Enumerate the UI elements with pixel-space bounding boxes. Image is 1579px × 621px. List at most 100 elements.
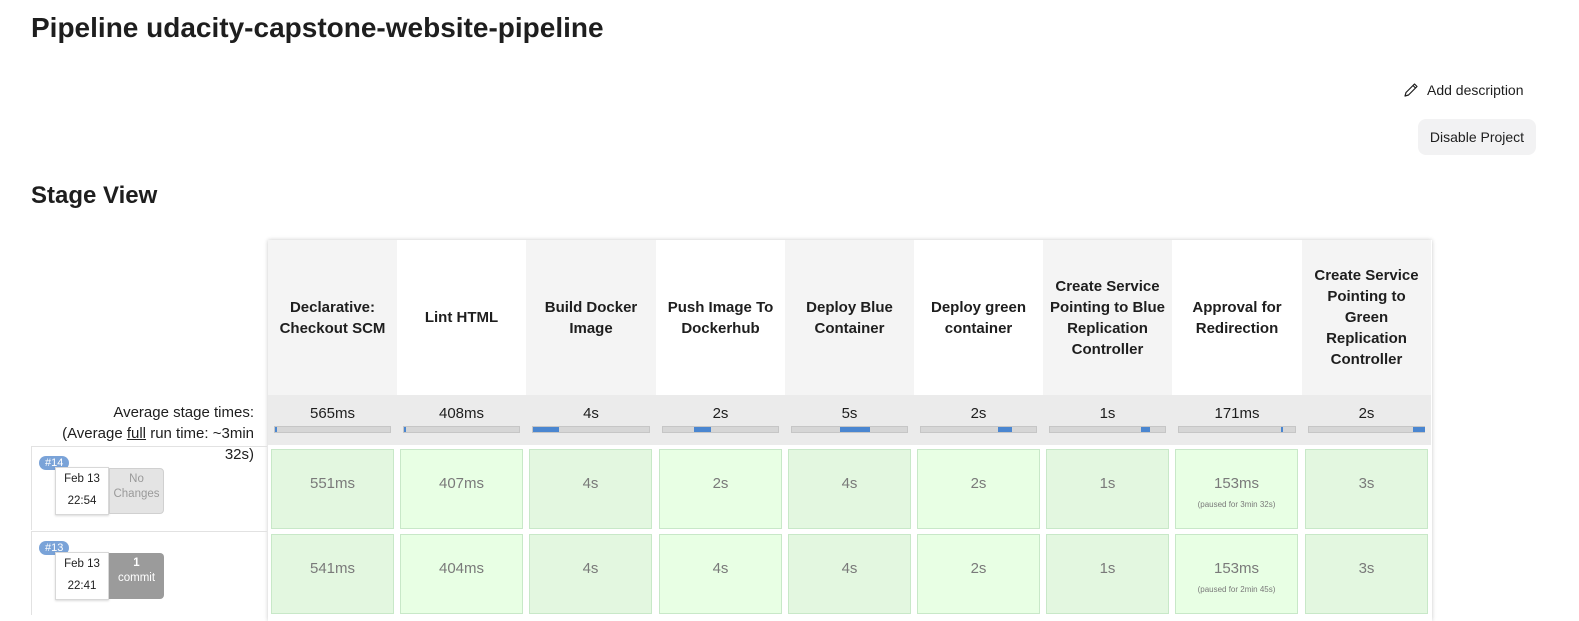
average-time-bar-fill: [694, 427, 711, 432]
stage-cell[interactable]: 4s: [659, 534, 782, 614]
add-description-label: Add description: [1427, 82, 1524, 98]
stage-duration: 1s: [1099, 475, 1116, 492]
stage-duration: 4s: [841, 560, 858, 577]
stage-duration: 3s: [1358, 475, 1375, 492]
avg-full-prefix: (Average: [62, 425, 127, 442]
average-time-bar: [403, 426, 520, 433]
average-time-value: 565ms: [309, 405, 356, 422]
stage-duration: 4s: [582, 560, 599, 577]
average-time-value: 2s: [970, 405, 987, 422]
paused-note: (paused for 2min 45s): [1197, 585, 1276, 594]
stage-duration: 541ms: [309, 560, 356, 577]
changes-line: 1: [133, 557, 140, 569]
stage-duration: 4s: [841, 475, 858, 492]
average-time-bar: [791, 426, 908, 433]
stage-header: Push Image To Dockerhub: [656, 240, 785, 395]
stage-cell[interactable]: 4s: [529, 534, 652, 614]
average-time-bar-fill: [533, 427, 559, 432]
stage-cell[interactable]: 551ms: [271, 449, 394, 529]
stage-duration: 153ms: [1213, 560, 1260, 577]
changes-line: No: [129, 473, 144, 485]
average-time-bar: [1049, 426, 1166, 433]
build-row: #13 Feb 13 22:41 1 commit: [31, 531, 267, 615]
stage-duration: 404ms: [438, 560, 485, 577]
stage-cell[interactable]: 1s: [1046, 449, 1169, 529]
commit-count-button[interactable]: 1 commit: [109, 553, 164, 599]
stage-average-time: 2s: [1302, 395, 1431, 445]
stage-header: Deploy green container: [914, 240, 1043, 395]
stage-cell[interactable]: 3s: [1305, 534, 1428, 614]
stage-cell[interactable]: 153ms (paused for 2min 45s): [1175, 534, 1298, 614]
average-time-bar: [1308, 426, 1425, 433]
build-date: Feb 13 22:54: [55, 467, 109, 515]
stage-header: Create Service Pointing to Blue Replicat…: [1043, 240, 1172, 395]
changes-line: commit: [117, 572, 156, 584]
stage-average-time: 408ms: [397, 395, 526, 445]
page-title: Pipeline udacity-capstone-website-pipeli…: [31, 12, 604, 43]
stage-cell[interactable]: 153ms (paused for 3min 32s): [1175, 449, 1298, 529]
stage-cell[interactable]: 4s: [529, 449, 652, 529]
stage-cell[interactable]: 1s: [1046, 534, 1169, 614]
average-time-value: 171ms: [1214, 405, 1260, 422]
build-date-day: Feb 13: [64, 558, 100, 570]
stage-header: Create Service Pointing to Green Replica…: [1302, 240, 1431, 395]
stage-cell[interactable]: 404ms: [400, 534, 523, 614]
stage-average-time: 565ms: [268, 395, 397, 445]
average-time-bar: [920, 426, 1037, 433]
average-time-bar: [662, 426, 779, 433]
stage-header: Lint HTML: [397, 240, 526, 395]
stage-duration: 3s: [1358, 560, 1375, 577]
average-time-bar-fill: [275, 427, 277, 432]
stage-cell[interactable]: 3s: [1305, 449, 1428, 529]
build-date-time: 22:41: [67, 580, 97, 592]
average-time-bar-fill: [1281, 427, 1283, 432]
average-time-bar-fill: [404, 427, 406, 432]
stage-cell[interactable]: 4s: [788, 449, 911, 529]
stage-cell[interactable]: 2s: [917, 449, 1040, 529]
average-time-bar: [274, 426, 391, 433]
average-time-bar-fill: [1413, 427, 1425, 432]
stage-duration: 4s: [582, 475, 599, 492]
stage-cell[interactable]: 4s: [788, 534, 911, 614]
average-time-value: 2s: [1358, 405, 1375, 422]
stage-average-time: 4s: [526, 395, 656, 445]
average-time-bar-fill: [840, 427, 870, 432]
stage-header: Declarative: Checkout SCM: [268, 240, 397, 395]
build-date-day: Feb 13: [64, 473, 100, 485]
stage-average-time: 171ms: [1172, 395, 1302, 445]
stage-header: Deploy Blue Container: [785, 240, 914, 395]
average-time-value: 2s: [712, 405, 729, 422]
stage-cell[interactable]: 2s: [917, 534, 1040, 614]
stage-duration: 4s: [712, 560, 729, 577]
average-time-value: 1s: [1099, 405, 1116, 422]
stage-duration: 551ms: [309, 475, 356, 492]
average-time-bar: [1178, 426, 1296, 433]
stage-cell[interactable]: 2s: [659, 449, 782, 529]
stage-duration: 153ms: [1213, 475, 1260, 492]
stage-cell[interactable]: 407ms: [400, 449, 523, 529]
average-time-value: 5s: [841, 405, 858, 422]
stage-view-heading: Stage View: [31, 182, 158, 209]
add-description-link[interactable]: Add description: [1403, 82, 1524, 98]
no-changes-label: No Changes: [109, 468, 164, 514]
changes-line: Changes: [113, 488, 160, 500]
average-time-bar-fill: [1141, 427, 1150, 432]
stage-average-time: 2s: [656, 395, 785, 445]
stage-cell[interactable]: 541ms: [271, 534, 394, 614]
full-run-link[interactable]: full: [127, 425, 146, 442]
average-time-value: 4s: [583, 405, 599, 422]
avg-stage-times-text: Average stage times:: [113, 404, 254, 421]
stage-duration: 1s: [1099, 560, 1116, 577]
stage-header: Approval for Redirection: [1172, 240, 1302, 395]
average-time-value: 408ms: [438, 405, 485, 422]
stage-duration: 2s: [712, 475, 729, 492]
stage-view-table: Declarative: Checkout SCM 565ms 551ms 541ms…: [268, 240, 1432, 621]
build-date-time: 22:54: [67, 495, 97, 507]
disable-project-button[interactable]: Disable Project: [1418, 119, 1536, 155]
stage-duration: 2s: [970, 475, 987, 492]
build-row: #14 Feb 13 22:54 No Changes: [31, 446, 267, 530]
stage-header: Build Docker Image: [526, 240, 656, 395]
stage-duration: 2s: [970, 560, 987, 577]
stage-duration: 407ms: [438, 475, 485, 492]
pencil-icon: [1404, 83, 1418, 97]
